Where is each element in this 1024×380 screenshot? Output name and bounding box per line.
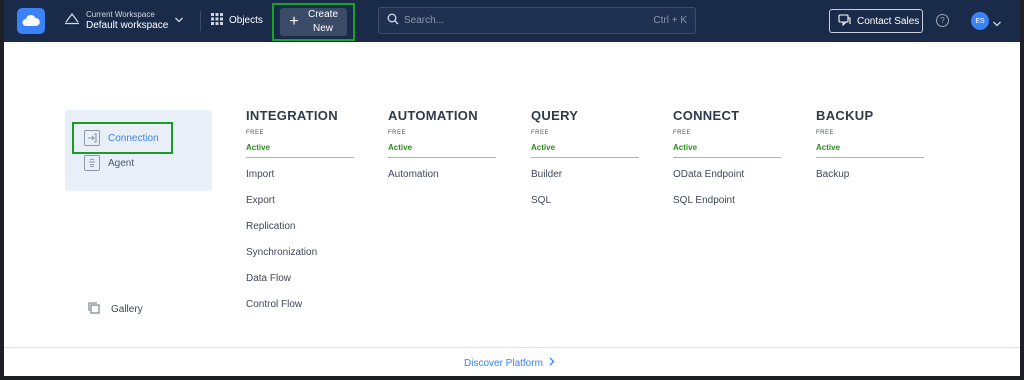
- help-icon[interactable]: ?: [936, 14, 949, 27]
- search-input[interactable]: Search... Ctrl + K: [378, 7, 696, 34]
- menu-item-synchronization[interactable]: Synchronization: [246, 246, 354, 272]
- menu-item-export[interactable]: Export: [246, 194, 354, 220]
- status-badge: Active: [388, 143, 496, 158]
- workspace-switcher[interactable]: Current Workspace Default workspace: [64, 9, 184, 31]
- discover-platform-link[interactable]: Discover Platform: [464, 357, 555, 369]
- app-logo-icon[interactable]: [17, 8, 45, 34]
- workspace-name: Default workspace: [86, 20, 169, 31]
- menu-item-replication[interactable]: Replication: [246, 220, 354, 246]
- chevron-right-icon: [549, 357, 555, 369]
- gallery-link[interactable]: Gallery: [88, 302, 143, 317]
- chat-icon: [838, 13, 851, 29]
- sidebar-item-label: Agent: [108, 157, 135, 169]
- tier-label: FREE: [246, 130, 265, 136]
- sidebar-item-connection[interactable]: Connection: [84, 130, 159, 146]
- gallery-label: Gallery: [111, 304, 143, 315]
- workspace-label: Current Workspace: [86, 10, 155, 19]
- column-title: CONNECT: [673, 108, 740, 123]
- menu-item-automation[interactable]: Automation: [388, 168, 496, 194]
- search-icon: [387, 12, 399, 30]
- tier-label: FREE: [816, 130, 835, 136]
- search-shortcut: Ctrl + K: [653, 15, 687, 26]
- status-badge: Active: [673, 143, 781, 158]
- status-badge: Active: [816, 143, 924, 158]
- column-title: BACKUP: [816, 108, 874, 123]
- column-title: AUTOMATION: [388, 108, 478, 123]
- menu-item-backup[interactable]: Backup: [816, 168, 924, 194]
- create-new-panel: Connection Agent INTEGRATION FREE Active…: [4, 42, 1020, 376]
- status-badge: Active: [246, 143, 354, 158]
- agent-icon: [84, 155, 100, 171]
- chevron-down-icon: [174, 11, 184, 29]
- sidebar-item-label: Connection: [108, 132, 159, 144]
- divider: [4, 347, 1020, 348]
- status-badge: Active: [531, 143, 639, 158]
- connection-icon: [84, 130, 100, 146]
- divider: [200, 11, 201, 31]
- menu-item-control-flow[interactable]: Control Flow: [246, 298, 354, 324]
- contact-sales-button[interactable]: Contact Sales: [829, 9, 923, 33]
- search-placeholder: Search...: [404, 15, 445, 26]
- menu-item-sql-endpoint[interactable]: SQL Endpoint: [673, 194, 781, 220]
- contact-sales-label: Contact Sales: [857, 15, 920, 27]
- menu-item-data-flow[interactable]: Data Flow: [246, 272, 354, 298]
- discover-platform-label: Discover Platform: [464, 357, 543, 369]
- chevron-down-icon[interactable]: [992, 15, 1002, 33]
- menu-item-sql[interactable]: SQL: [531, 194, 639, 220]
- gallery-icon: [88, 302, 100, 317]
- objects-label: Objects: [229, 15, 263, 26]
- top-bar: Current Workspace Default workspace Obje…: [4, 0, 1020, 42]
- column-title: QUERY: [531, 108, 579, 123]
- sidebar-item-agent[interactable]: Agent: [84, 155, 134, 171]
- create-new-label: Create New: [307, 9, 338, 34]
- column-automation: AUTOMATION FREE Active Automation: [388, 108, 496, 194]
- tier-label: FREE: [388, 130, 407, 136]
- workspace-icon: [64, 11, 80, 30]
- menu-item-odata-endpoint[interactable]: OData Endpoint: [673, 168, 781, 194]
- avatar[interactable]: ES: [971, 12, 989, 30]
- plus-icon: +: [289, 13, 299, 30]
- menu-item-builder[interactable]: Builder: [531, 168, 639, 194]
- tier-label: FREE: [673, 130, 692, 136]
- column-title: INTEGRATION: [246, 108, 338, 123]
- column-query: QUERY FREE Active Builder SQL: [531, 108, 639, 220]
- create-new-button[interactable]: + Create New: [280, 8, 347, 36]
- grid-icon: [211, 13, 223, 28]
- tier-label: FREE: [531, 130, 550, 136]
- column-integration: INTEGRATION FREE Active Import Export Re…: [246, 108, 354, 324]
- objects-button[interactable]: Objects: [211, 13, 263, 28]
- menu-item-import[interactable]: Import: [246, 168, 354, 194]
- column-backup: BACKUP FREE Active Backup: [816, 108, 924, 194]
- column-connect: CONNECT FREE Active OData Endpoint SQL E…: [673, 108, 781, 220]
- create-new-highlight: + Create New: [272, 3, 355, 41]
